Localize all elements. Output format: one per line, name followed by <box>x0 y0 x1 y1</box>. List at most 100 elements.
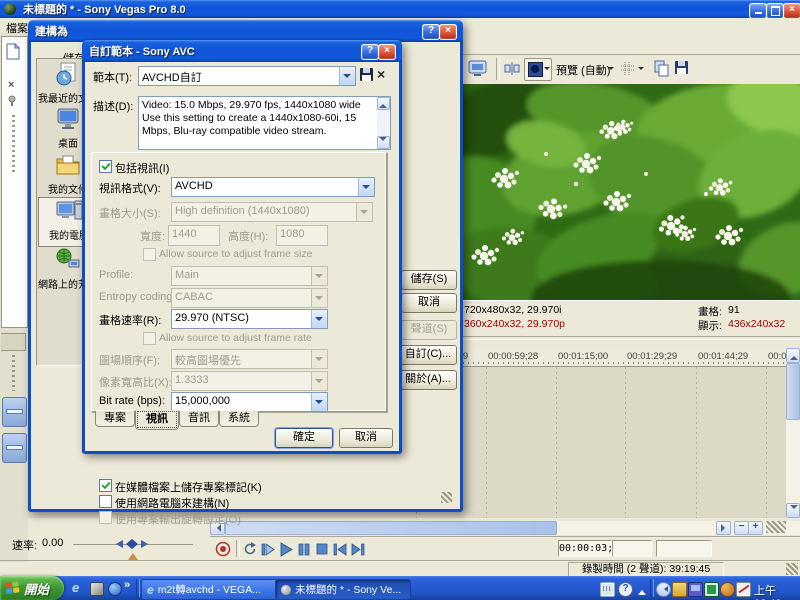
description-scrollbar[interactable] <box>377 97 390 147</box>
avc-cancel-button[interactable]: 取消 <box>339 428 393 448</box>
minimize-button[interactable] <box>749 3 767 19</box>
template-dropdown-button[interactable] <box>339 67 355 85</box>
save-template-icon[interactable] <box>359 67 374 83</box>
split-screen-icon[interactable] <box>504 61 520 76</box>
tab-project[interactable]: 專案 <box>95 411 135 427</box>
play-button[interactable] <box>278 541 295 558</box>
dock-fader-icon-2[interactable] <box>2 433 27 463</box>
tray-folder-icon[interactable] <box>672 582 687 597</box>
avc-template-dialog: 自訂範本 - Sony AVC ? × 範本(T): AVCHD自訂 × 描述(… <box>82 40 402 454</box>
profile-value: Main <box>172 267 311 285</box>
main-titlebar[interactable]: 未標題的 * - Sony Vegas Pro 8.0 × <box>0 0 800 18</box>
timecode-display[interactable]: 00:00:03;01 <box>558 540 612 557</box>
taskbar-clock[interactable]: 上午 08:49 <box>754 582 800 600</box>
hide-icons-chevron-icon[interactable] <box>656 582 671 597</box>
scroll-up-button[interactable] <box>786 348 800 363</box>
timeline-vscrollbar[interactable] <box>786 348 800 518</box>
chevron-up-icon[interactable] <box>638 586 646 595</box>
dock-grip[interactable] <box>12 355 15 391</box>
play-from-start-button[interactable] <box>260 541 277 558</box>
quality-label-dd-arrow[interactable] <box>608 67 614 73</box>
rotation-label: 使用專案輸出旋轉設定(O) <box>115 511 241 527</box>
desc-scroll-down[interactable] <box>377 136 390 149</box>
go-to-end-button[interactable] <box>350 541 367 558</box>
quicklaunch-media-icon[interactable] <box>108 582 122 596</box>
include-video-checkbox[interactable] <box>99 160 112 173</box>
render-close-button[interactable]: × <box>439 24 457 40</box>
frame-size-combobox: High definition (1440x1080) <box>171 202 373 222</box>
zoom-out-button[interactable]: − <box>734 521 749 535</box>
language-bar-icon[interactable] <box>600 582 615 597</box>
save-frame-icon[interactable] <box>674 60 690 76</box>
dock-fader-icon[interactable] <box>2 397 27 427</box>
window-resize-grip[interactable] <box>786 563 798 575</box>
video-format-dropdown[interactable] <box>358 178 374 196</box>
pause-button[interactable] <box>296 541 313 558</box>
help-tray-icon[interactable]: ? <box>618 582 633 597</box>
close-pane-icon[interactable]: × <box>8 79 14 91</box>
selection-end-display[interactable] <box>656 540 712 557</box>
network-render-checkbox[interactable] <box>99 495 112 508</box>
custom-button[interactable]: 自訂(C)... <box>399 345 457 365</box>
delete-template-icon[interactable]: × <box>377 66 385 82</box>
maximize-button[interactable] <box>766 3 784 19</box>
go-to-start-button[interactable] <box>332 541 349 558</box>
save-markers-checkbox[interactable] <box>99 479 112 492</box>
frames-value: 91 <box>728 304 740 316</box>
zoom-in-button[interactable]: + <box>748 521 763 535</box>
quicklaunch-overflow-icon[interactable]: » <box>124 579 130 591</box>
template-combobox[interactable]: AVCHD自訂 <box>138 66 356 86</box>
tray-codec-icon[interactable] <box>704 582 719 597</box>
copy-frame-icon[interactable] <box>654 60 670 77</box>
render-dialog-titlebar[interactable]: 建構為 ? × <box>28 20 463 42</box>
external-monitor-icon[interactable] <box>468 60 488 77</box>
video-format-combobox[interactable]: AVCHD <box>171 177 375 197</box>
hscroll-thumb[interactable] <box>225 521 557 535</box>
avc-help-button[interactable]: ? <box>361 44 379 60</box>
dialog-resize-grip[interactable] <box>441 492 452 503</box>
task-ie-window[interactable]: e m2t轉avchd - VEGA... <box>141 579 281 600</box>
quicklaunch-app-icon[interactable] <box>90 582 104 596</box>
avc-dialog-titlebar[interactable]: 自訂範本 - Sony AVC ? × <box>82 40 402 62</box>
task-vegas-window[interactable]: 未標題的 * - Sony Ve... <box>275 579 411 600</box>
render-help-button[interactable]: ? <box>422 24 440 40</box>
new-document-icon[interactable] <box>6 43 20 60</box>
render-dialog-title: 建構為 <box>28 23 68 39</box>
tab-system[interactable]: 系統 <box>219 411 259 427</box>
tray-update-icon[interactable] <box>720 582 735 597</box>
close-button[interactable]: × <box>783 3 800 19</box>
scroll-right-button[interactable] <box>716 521 731 535</box>
loop-playback-button[interactable] <box>242 541 259 558</box>
project-format-value: 720x480x32, 29.970i <box>464 304 562 316</box>
tab-audio[interactable]: 音訊 <box>179 411 219 427</box>
about-button[interactable]: 關於(A)... <box>399 370 457 390</box>
cancel-button[interactable]: 取消 <box>401 293 457 313</box>
tray-display-icon[interactable] <box>688 582 703 597</box>
start-button[interactable]: 開始 <box>0 576 64 600</box>
scroll-down-button[interactable] <box>786 503 800 518</box>
pin-icon[interactable] <box>7 95 19 107</box>
grid-dd-arrow[interactable] <box>638 67 644 73</box>
record-button[interactable] <box>215 541 232 558</box>
bitrate-dropdown[interactable] <box>311 393 327 411</box>
selection-start-display[interactable] <box>612 540 652 557</box>
dock-tab-nub[interactable] <box>1 333 26 351</box>
desc-scroll-up[interactable] <box>377 97 390 110</box>
ok-button[interactable]: 確定 <box>275 428 333 448</box>
tab-video[interactable]: 視訊 <box>135 410 179 430</box>
avc-close-button[interactable]: × <box>378 44 396 60</box>
vscroll-thumb[interactable] <box>786 363 800 420</box>
preview-quality-icon-button[interactable] <box>524 58 552 81</box>
frame-rate-dropdown[interactable] <box>311 310 327 328</box>
frame-rate-combobox[interactable]: 29.970 (NTSC) <box>171 309 328 329</box>
tray-pen-icon[interactable] <box>736 582 751 597</box>
preview-quality-label[interactable]: 預覽 (自動) <box>556 62 610 78</box>
description-box[interactable]: Video: 15.0 Mbps, 29.970 fps, 1440x1080 … <box>138 96 391 150</box>
network-render-label: 使用網路電腦來建構(N) <box>115 495 229 511</box>
timeline-hscrollbar[interactable]: − + <box>210 521 800 535</box>
save-button[interactable]: 儲存(S) <box>401 270 457 290</box>
stop-button[interactable] <box>314 541 331 558</box>
quicklaunch-ie-icon[interactable]: e <box>72 581 86 595</box>
bitrate-combobox[interactable]: 15,000,000 <box>171 392 328 412</box>
grid-overlay-icon[interactable] <box>620 61 635 76</box>
